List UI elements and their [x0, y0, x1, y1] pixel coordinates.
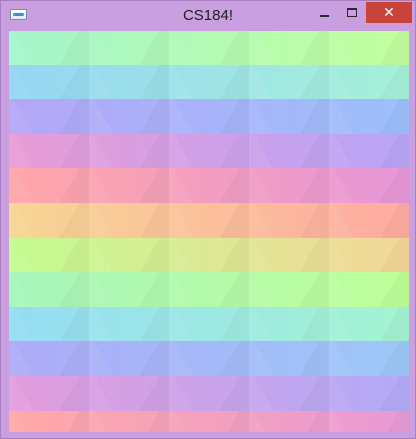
minimize-button[interactable] [310, 2, 338, 23]
maximize-icon [347, 8, 357, 17]
color-band [9, 168, 409, 204]
close-button[interactable]: ✕ [366, 2, 412, 23]
render-canvas[interactable] [9, 31, 409, 432]
title-bar[interactable]: CS184! ✕ [1, 1, 415, 31]
color-band [9, 99, 409, 135]
color-band [9, 31, 409, 66]
band-facet-overlay [9, 203, 409, 239]
color-band [9, 203, 409, 239]
band-facet-overlay [9, 306, 409, 343]
band-facet-overlay [9, 410, 409, 432]
close-icon: ✕ [383, 4, 395, 21]
band-facet-overlay [9, 272, 409, 308]
color-band [9, 272, 409, 308]
color-band [9, 133, 409, 170]
color-band [9, 410, 409, 432]
color-band [9, 306, 409, 343]
band-facet-overlay [9, 64, 409, 101]
band-facet-overlay [9, 31, 409, 66]
color-band [9, 237, 409, 274]
color-band [9, 376, 409, 412]
maximize-button[interactable] [338, 2, 366, 23]
band-facet-overlay [9, 99, 409, 135]
band-facet-overlay [9, 237, 409, 274]
color-band [9, 64, 409, 101]
minimize-icon [319, 14, 329, 17]
color-band [9, 341, 409, 377]
band-facet-overlay [9, 376, 409, 412]
band-facet-overlay [9, 168, 409, 204]
band-facet-overlay [9, 133, 409, 170]
application-window: CS184! ✕ [0, 0, 416, 439]
band-facet-overlay [9, 341, 409, 377]
